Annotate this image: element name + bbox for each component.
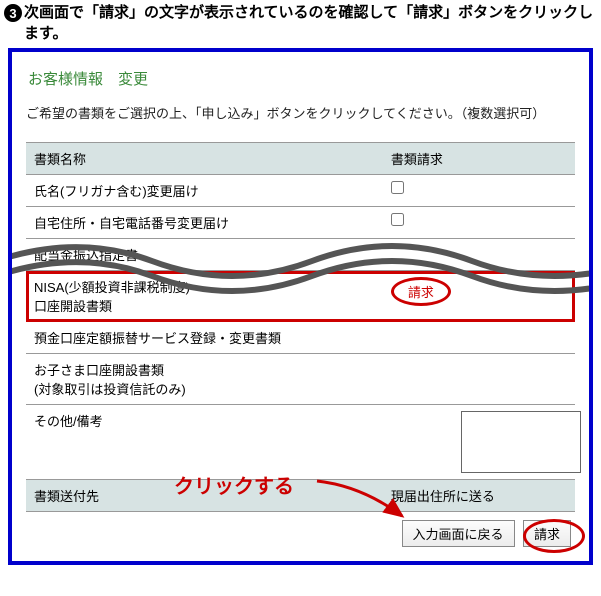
doc-name-cell: NISA(少額投資非課税制度) 口座開設書類 xyxy=(26,271,383,322)
destination-label: 書類送付先 xyxy=(26,480,383,512)
submit-button[interactable]: 請求 xyxy=(523,520,571,547)
instruction-row: 3 次画面で「請求」の文字が表示されているのを確認して「請求」ボタンをクリックし… xyxy=(0,0,601,46)
table-row-destination: 書類送付先 現届出住所に送る xyxy=(26,480,575,512)
button-row: 入力画面に戻る 請求 xyxy=(26,512,575,547)
table-row-remarks: その他/備考 xyxy=(26,405,575,480)
screenshot-panel: お客様情報 変更 ご希望の書類をご選択の上、「申し込み」ボタンをクリックしてくだ… xyxy=(8,48,593,565)
header-doc-name: 書類名称 xyxy=(26,143,383,175)
table-row: 氏名(フリガナ含む)変更届け xyxy=(26,175,575,207)
doc-request-cell xyxy=(383,239,575,271)
doc-request-cell xyxy=(383,354,575,405)
header-doc-request: 書類請求 xyxy=(383,143,575,175)
instruction-text: 次画面で「請求」の文字が表示されているのを確認して「請求」ボタンをクリックします… xyxy=(24,2,597,44)
doc-name-line1: お子さま口座開設書類 xyxy=(34,363,164,378)
request-status-badge: 請求 xyxy=(391,277,451,306)
table-row: 配当金振込指定書 xyxy=(26,239,575,271)
table-row-highlighted: NISA(少額投資非課税制度) 口座開設書類 請求 xyxy=(26,271,575,322)
table-row: 預金口座定額振替サービス登録・変更書類 xyxy=(26,322,575,354)
doc-name-line1: NISA(少額投資非課税制度) xyxy=(34,280,190,295)
main-wrapper: 3 次画面で「請求」の文字が表示されているのを確認して「請求」ボタンをクリックし… xyxy=(0,0,601,565)
panel-inner: お客様情報 変更 ご希望の書類をご選択の上、「申し込み」ボタンをクリックしてくだ… xyxy=(12,52,589,561)
doc-name-line2: 口座開設書類 xyxy=(34,299,112,314)
doc-name-cell: 自宅住所・自宅電話番号変更届け xyxy=(26,207,383,239)
doc-name-line2: (対象取引は投資信託のみ) xyxy=(34,382,186,397)
doc-name-cell: 氏名(フリガナ含む)変更届け xyxy=(26,175,383,207)
table-row: 自宅住所・自宅電話番号変更届け xyxy=(26,207,575,239)
document-table: 書類名称 書類請求 氏名(フリガナ含む)変更届け 自宅住所・自宅電話番号変更届け xyxy=(26,142,575,512)
request-checkbox[interactable] xyxy=(391,181,404,194)
page-description: ご希望の書類をご選択の上、「申し込み」ボタンをクリックしてください。（複数選択可… xyxy=(26,103,575,142)
back-button[interactable]: 入力画面に戻る xyxy=(402,520,515,547)
table-row: お子さま口座開設書類 (対象取引は投資信託のみ) xyxy=(26,354,575,405)
doc-request-cell xyxy=(383,322,575,354)
destination-value: 現届出住所に送る xyxy=(383,480,575,512)
remarks-textarea[interactable] xyxy=(461,411,581,473)
remarks-input-cell xyxy=(383,405,575,480)
doc-request-cell xyxy=(383,207,575,239)
page-title: お客様情報 変更 xyxy=(26,62,575,103)
doc-name-cell: 配当金振込指定書 xyxy=(26,239,383,271)
instruction-number-badge: 3 xyxy=(4,4,22,22)
doc-request-cell: 請求 xyxy=(383,271,575,322)
table-header-row: 書類名称 書類請求 xyxy=(26,143,575,175)
remarks-label-cell: その他/備考 xyxy=(26,405,383,480)
doc-name-cell: お子さま口座開設書類 (対象取引は投資信託のみ) xyxy=(26,354,383,405)
doc-name-cell: 預金口座定額振替サービス登録・変更書類 xyxy=(26,322,383,354)
request-checkbox[interactable] xyxy=(391,213,404,226)
doc-request-cell xyxy=(383,175,575,207)
